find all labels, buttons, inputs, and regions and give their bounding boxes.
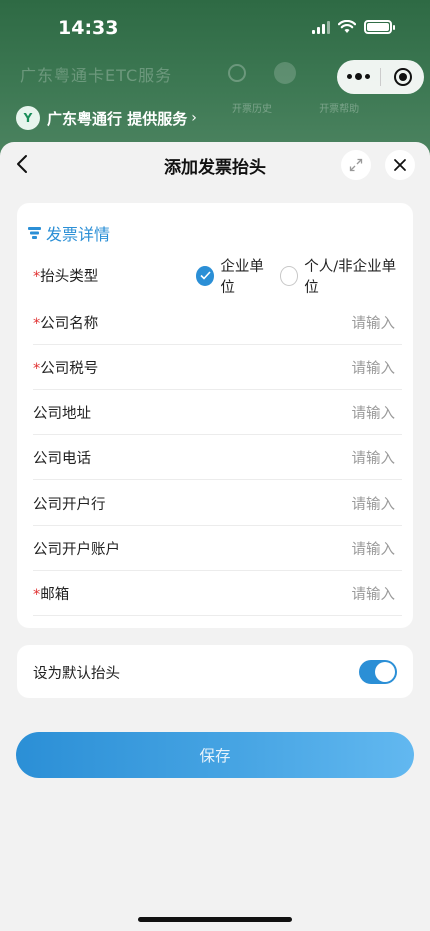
header-type-label: *抬头类型 (33, 269, 99, 285)
bank-account-input[interactable]: 请输入 (352, 538, 396, 559)
field-row[interactable]: *公司名称 请输入 (33, 300, 402, 345)
background-tab: 开票历史 (232, 104, 272, 115)
default-header-label: 设为默认抬头 (33, 666, 120, 682)
invoice-section-icon (28, 227, 41, 239)
default-header-toggle[interactable] (359, 660, 397, 684)
radio-company[interactable] (196, 265, 215, 286)
field-row[interactable]: *公司税号 请输入 (33, 345, 402, 390)
header-type-row: *抬头类型 企业单位 个人/非企业单位 (33, 253, 402, 298)
background-tab: 开票帮助 (319, 104, 360, 115)
background-tabs: 开票历史 开票帮助 (232, 100, 403, 115)
email-input[interactable]: 请输入 (352, 583, 396, 604)
miniprogram-capsule (337, 60, 424, 94)
company-address-input[interactable]: 请输入 (352, 402, 396, 423)
service-provider[interactable]: Y 广东粤通行 提供服务 › (16, 106, 197, 130)
home-indicator (138, 917, 292, 922)
company-phone-label: 公司电话 (33, 450, 91, 467)
close-icon (394, 159, 406, 171)
sheet-header: 添加发票抬头 (0, 142, 430, 186)
company-name-label: *公司名称 (33, 315, 99, 332)
more-options-icon[interactable] (337, 73, 380, 80)
tax-id-input[interactable]: 请输入 (352, 357, 396, 378)
close-button[interactable] (385, 150, 415, 180)
background-search-icon (228, 64, 246, 82)
field-row[interactable]: 公司开户行 请输入 (33, 481, 402, 526)
radio-personal-label[interactable]: 个人/非企业单位 (304, 255, 402, 297)
wifi-icon (338, 20, 356, 33)
email-label: *邮箱 (33, 586, 70, 603)
company-phone-input[interactable]: 请输入 (352, 447, 396, 468)
toggle-knob (375, 662, 395, 682)
status-time: 14:33 (58, 17, 119, 39)
field-row[interactable]: 公司开户账户 请输入 (33, 526, 402, 571)
section-title: 发票详情 (28, 221, 110, 245)
cellular-signal-icon (312, 20, 330, 34)
add-invoice-header-sheet: 添加发票抬头 发票详情 *抬头类型 企业单位 个人/非企业单位 *公司名称 请输… (0, 142, 430, 931)
provider-text: 广东粤通行 提供服务 (47, 109, 188, 128)
company-name-input[interactable]: 请输入 (352, 312, 396, 333)
checkmark-icon (200, 271, 211, 280)
radio-personal[interactable] (279, 265, 299, 286)
chevron-right-icon: › (191, 110, 197, 126)
bank-name-input[interactable]: 请输入 (352, 493, 396, 514)
status-bar: 14:33 (0, 0, 430, 56)
background-avatar-icon (274, 62, 296, 84)
save-button[interactable]: 保存 (16, 732, 414, 778)
radio-company-label[interactable]: 企业单位 (220, 255, 273, 297)
header-type-radio-group: 企业单位 个人/非企业单位 (196, 253, 402, 298)
background-title: 广东粤通卡ETC服务 (20, 66, 173, 85)
bank-account-label: 公司开户账户 (33, 541, 120, 558)
tax-id-label: *公司税号 (33, 360, 99, 377)
provider-logo: Y (16, 106, 40, 130)
bank-name-label: 公司开户行 (33, 496, 106, 513)
battery-icon (364, 20, 395, 34)
company-address-label: 公司地址 (33, 405, 91, 422)
expand-button[interactable] (341, 150, 371, 180)
field-row[interactable]: *邮箱 请输入 (33, 571, 402, 616)
invoice-details-card: 发票详情 *抬头类型 企业单位 个人/非企业单位 *公司名称 请输入 *公司税号… (17, 203, 413, 628)
exit-miniprogram-icon[interactable] (381, 68, 424, 86)
field-row[interactable]: 公司地址 请输入 (33, 390, 402, 435)
status-icons (312, 20, 395, 34)
default-header-card: 设为默认抬头 (17, 645, 413, 698)
section-title-text: 发票详情 (46, 225, 111, 244)
expand-icon (349, 158, 363, 172)
field-row[interactable]: 公司电话 请输入 (33, 435, 402, 480)
